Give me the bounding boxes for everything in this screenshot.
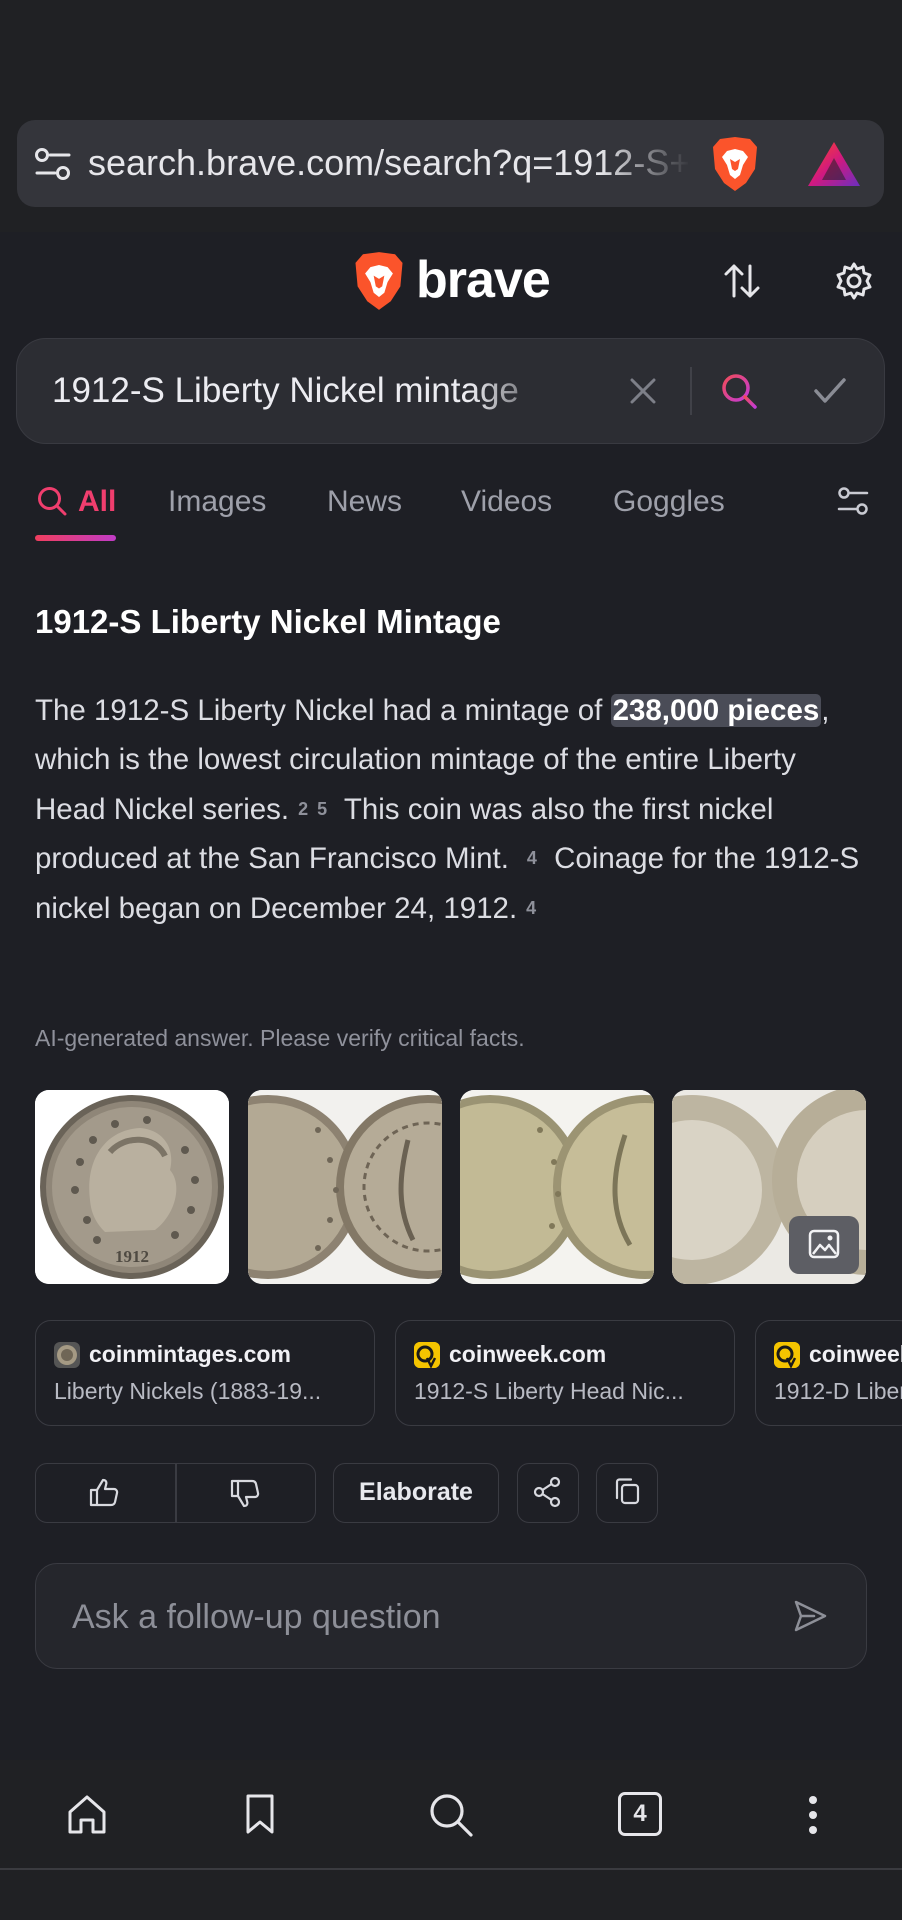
tab-goggles[interactable]: Goggles: [613, 482, 725, 522]
brave-shields-icon[interactable]: [710, 135, 760, 193]
url-fade: [600, 128, 690, 200]
brave-lion-icon: [352, 250, 406, 312]
copy-icon: [615, 1478, 640, 1505]
ai-disclaimer: AI-generated answer. Please verify criti…: [35, 1025, 525, 1051]
url-text[interactable]: search.brave.com/search?q=1912-S+Liberty…: [88, 141, 688, 185]
tab-all[interactable]: All: [78, 482, 116, 522]
tab-active-indicator: [35, 535, 116, 541]
citation-4b[interactable]: 4: [526, 898, 536, 918]
gesture-area: [0, 1870, 902, 1920]
tab-images[interactable]: Images: [168, 482, 266, 522]
citation-5[interactable]: 5: [317, 799, 327, 819]
source-card-3[interactable]: coinweek.com 1912-D Liberty Head Nic...: [755, 1320, 902, 1426]
citation-2[interactable]: 2: [298, 799, 308, 819]
coin-date: 1912: [115, 1247, 149, 1266]
source-title: 1912-D Liberty Head Nic...: [774, 1378, 902, 1404]
source-domain: coinmintages.com: [89, 1341, 291, 1367]
tab-all-search-icon: [37, 486, 67, 516]
search-icon[interactable]: [720, 372, 758, 410]
home-icon[interactable]: [65, 1792, 109, 1836]
thumbs-down-icon[interactable]: [229, 1478, 261, 1510]
source-domain: coinweek.com: [449, 1341, 607, 1367]
coin-image-3[interactable]: [460, 1090, 654, 1284]
citation-4a[interactable]: 4: [527, 848, 537, 868]
answer-highlight: 238,000 pieces: [610, 694, 822, 727]
more-vertical-icon[interactable]: [806, 1794, 820, 1836]
source-card-1[interactable]: coinmintages.com Liberty Nickels (1883-1…: [35, 1320, 375, 1426]
gear-icon[interactable]: [835, 262, 873, 300]
status-bar: [0, 0, 902, 118]
answer-body: The 1912-S Liberty Nickel had a mintage …: [35, 686, 865, 933]
tabs-icon[interactable]: 4: [618, 1792, 662, 1836]
source-title: 1912-S Liberty Head Nic...: [414, 1378, 684, 1404]
coin-image-2[interactable]: [248, 1090, 442, 1284]
share-button[interactable]: [517, 1463, 579, 1523]
copy-button[interactable]: [596, 1463, 658, 1523]
coinmintages-favicon: [54, 1342, 80, 1368]
tab-videos[interactable]: Videos: [461, 482, 552, 522]
source-domain: coinweek.com: [809, 1341, 902, 1367]
tab-news[interactable]: News: [327, 482, 402, 522]
followup-placeholder[interactable]: Ask a follow-up question: [72, 1596, 441, 1638]
bookmark-icon[interactable]: [243, 1792, 277, 1836]
coinweek-favicon: [414, 1342, 440, 1368]
share-icon: [533, 1476, 561, 1508]
search-box-divider: [690, 367, 692, 415]
sort-arrows-icon[interactable]: [722, 262, 762, 300]
feedback-divider: [175, 1464, 177, 1522]
brave-logo-text: brave: [416, 251, 551, 309]
check-icon[interactable]: [813, 376, 847, 406]
settings-sliders-icon[interactable]: [34, 146, 72, 182]
elaborate-button[interactable]: Elaborate: [333, 1463, 499, 1523]
source-card-2[interactable]: coinweek.com 1912-S Liberty Head Nic...: [395, 1320, 735, 1426]
answer-text-1: The 1912-S Liberty Nickel had a mintage …: [35, 694, 611, 727]
search-nav-icon[interactable]: [428, 1792, 474, 1838]
coinweek-favicon: [774, 1342, 800, 1368]
elaborate-label: Elaborate: [359, 1478, 473, 1506]
coin-image-1[interactable]: 1912: [35, 1090, 229, 1284]
clear-icon[interactable]: [628, 376, 658, 406]
answer-title: 1912-S Liberty Nickel Mintage: [35, 603, 501, 640]
image-icon: [808, 1229, 840, 1259]
image-gallery-badge[interactable]: [789, 1216, 859, 1274]
filter-icon[interactable]: [836, 484, 870, 518]
thumbs-up-icon[interactable]: [88, 1476, 120, 1508]
source-title: Liberty Nickels (1883-19...: [54, 1378, 322, 1404]
send-icon[interactable]: [792, 1598, 828, 1634]
search-input-fade: [470, 360, 560, 424]
rewards-triangle-icon[interactable]: [806, 140, 862, 188]
